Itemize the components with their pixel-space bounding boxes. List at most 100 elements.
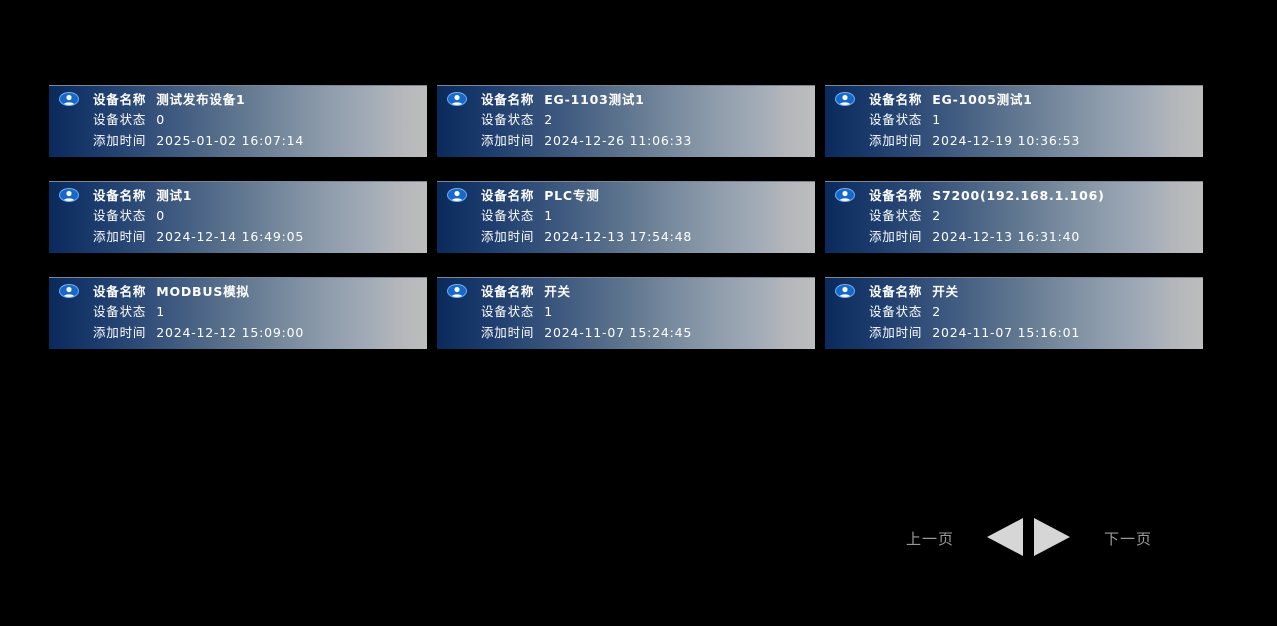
triangle-right-icon[interactable] — [1034, 518, 1070, 556]
device-card[interactable]: 设备名称 MODBUS模拟 设备状态 1 添加时间 2024-12-12 15:09:… — [49, 277, 427, 349]
device-status-label: 设备状态 — [481, 304, 535, 319]
device-name-row: 设备名称 PLC专测 — [481, 188, 600, 204]
device-status-value: 1 — [544, 208, 553, 223]
device-added-row: 添加时间 2024-11-07 15:24:45 — [481, 325, 692, 341]
device-added-value: 2024-12-12 15:09:00 — [156, 325, 305, 340]
device-card[interactable]: 设备名称 EG-1005测试1 设备状态 1 添加时间 2024-12-19 10:3… — [825, 85, 1203, 157]
device-added-label: 添加时间 — [481, 133, 535, 148]
device-user-icon — [835, 92, 855, 106]
device-card[interactable]: 设备名称 PLC专测 设备状态 1 添加时间 2024-12-13 17:54:48 — [437, 181, 815, 253]
device-name-row: 设备名称 测试1 — [93, 188, 192, 204]
device-added-row: 添加时间 2025-01-02 16:07:14 — [93, 133, 304, 149]
device-card[interactable]: 设备名称 开关 设备状态 2 添加时间 2024-11-07 15:16:01 — [825, 277, 1203, 349]
device-name-value: EG-1005测试1 — [932, 92, 1033, 107]
device-name-value: 开关 — [932, 284, 959, 299]
device-status-row: 设备状态 2 — [869, 304, 941, 320]
device-name-row: 设备名称 EG-1103测试1 — [481, 92, 645, 108]
device-status-label: 设备状态 — [93, 208, 147, 223]
device-user-icon — [447, 92, 467, 106]
device-status-label: 设备状态 — [481, 112, 535, 127]
device-added-row: 添加时间 2024-12-19 10:36:53 — [869, 133, 1080, 149]
device-user-icon — [835, 284, 855, 298]
device-status-label: 设备状态 — [93, 112, 147, 127]
device-name-row: 设备名称 开关 — [481, 284, 571, 300]
device-added-row: 添加时间 2024-11-07 15:16:01 — [869, 325, 1080, 341]
device-added-value: 2024-12-14 16:49:05 — [156, 229, 305, 244]
device-status-value: 2 — [932, 304, 941, 319]
pagination: 上一页 下一页 — [0, 516, 1277, 558]
device-name-label: 设备名称 — [869, 92, 923, 107]
device-name-label: 设备名称 — [481, 92, 535, 107]
device-status-label: 设备状态 — [93, 304, 147, 319]
device-status-label: 设备状态 — [869, 304, 923, 319]
device-grid: 设备名称 测试发布设备1 设备状态 0 添加时间 2025-01-02 16:07:1… — [49, 85, 1203, 349]
device-status-row: 设备状态 1 — [481, 304, 553, 320]
device-status-row: 设备状态 1 — [869, 112, 941, 128]
next-page-link[interactable]: 下一页 — [1104, 528, 1152, 549]
device-added-row: 添加时间 2024-12-26 11:06:33 — [481, 133, 692, 149]
device-status-row: 设备状态 0 — [93, 112, 165, 128]
device-added-value: 2024-12-13 16:31:40 — [932, 229, 1081, 244]
device-card[interactable]: 设备名称 测试1 设备状态 0 添加时间 2024-12-14 16:49:05 — [49, 181, 427, 253]
device-user-icon — [447, 188, 467, 202]
device-user-icon — [59, 188, 79, 202]
device-added-label: 添加时间 — [869, 325, 923, 340]
device-name-label: 设备名称 — [93, 284, 147, 299]
device-status-value: 1 — [544, 304, 553, 319]
device-added-value: 2024-11-07 15:16:01 — [932, 325, 1081, 340]
device-status-row: 设备状态 2 — [481, 112, 553, 128]
device-card[interactable]: 设备名称 S7200(192.168.1.106) 设备状态 2 添加时间 2024-… — [825, 181, 1203, 253]
device-status-label: 设备状态 — [481, 208, 535, 223]
device-card[interactable]: 设备名称 开关 设备状态 1 添加时间 2024-11-07 15:24:45 — [437, 277, 815, 349]
prev-page-link[interactable]: 上一页 — [906, 528, 954, 549]
device-name-value: PLC专测 — [544, 188, 600, 203]
device-name-label: 设备名称 — [481, 188, 535, 203]
device-name-row: 设备名称 MODBUS模拟 — [93, 284, 250, 300]
device-status-value: 2 — [544, 112, 553, 127]
device-name-label: 设备名称 — [869, 188, 923, 203]
device-card[interactable]: 设备名称 EG-1103测试1 设备状态 2 添加时间 2024-12-26 11:0… — [437, 85, 815, 157]
device-name-value: MODBUS模拟 — [156, 284, 250, 299]
device-name-label: 设备名称 — [93, 92, 147, 107]
device-card[interactable]: 设备名称 测试发布设备1 设备状态 0 添加时间 2025-01-02 16:07:1… — [49, 85, 427, 157]
device-name-row: 设备名称 S7200(192.168.1.106) — [869, 188, 1105, 204]
device-name-value: 测试发布设备1 — [156, 92, 246, 107]
device-user-icon — [447, 284, 467, 298]
triangle-left-icon[interactable] — [987, 518, 1023, 556]
device-added-label: 添加时间 — [481, 229, 535, 244]
device-user-icon — [59, 92, 79, 106]
device-added-value: 2024-12-13 17:54:48 — [544, 229, 693, 244]
device-name-row: 设备名称 测试发布设备1 — [93, 92, 246, 108]
device-added-label: 添加时间 — [481, 325, 535, 340]
device-added-label: 添加时间 — [93, 133, 147, 148]
device-status-value: 1 — [156, 304, 165, 319]
device-name-value: S7200(192.168.1.106) — [932, 188, 1105, 203]
device-added-row: 添加时间 2024-12-12 15:09:00 — [93, 325, 304, 341]
device-status-value: 1 — [932, 112, 941, 127]
device-status-label: 设备状态 — [869, 208, 923, 223]
device-name-row: 设备名称 开关 — [869, 284, 959, 300]
device-added-value: 2024-12-19 10:36:53 — [932, 133, 1081, 148]
device-status-row: 设备状态 0 — [93, 208, 165, 224]
device-added-label: 添加时间 — [869, 133, 923, 148]
device-status-row: 设备状态 1 — [93, 304, 165, 320]
device-added-label: 添加时间 — [93, 229, 147, 244]
device-added-row: 添加时间 2024-12-13 16:31:40 — [869, 229, 1080, 245]
device-user-icon — [835, 188, 855, 202]
device-added-value: 2024-12-26 11:06:33 — [544, 133, 693, 148]
device-name-label: 设备名称 — [481, 284, 535, 299]
device-user-icon — [59, 284, 79, 298]
device-status-value: 0 — [156, 112, 165, 127]
device-status-label: 设备状态 — [869, 112, 923, 127]
device-status-value: 2 — [932, 208, 941, 223]
device-added-value: 2025-01-02 16:07:14 — [156, 133, 305, 148]
device-added-label: 添加时间 — [93, 325, 147, 340]
device-status-row: 设备状态 2 — [869, 208, 941, 224]
device-added-row: 添加时间 2024-12-13 17:54:48 — [481, 229, 692, 245]
device-added-value: 2024-11-07 15:24:45 — [544, 325, 693, 340]
device-name-label: 设备名称 — [869, 284, 923, 299]
device-name-row: 设备名称 EG-1005测试1 — [869, 92, 1033, 108]
device-name-value: 测试1 — [156, 188, 193, 203]
device-added-label: 添加时间 — [869, 229, 923, 244]
device-status-row: 设备状态 1 — [481, 208, 553, 224]
